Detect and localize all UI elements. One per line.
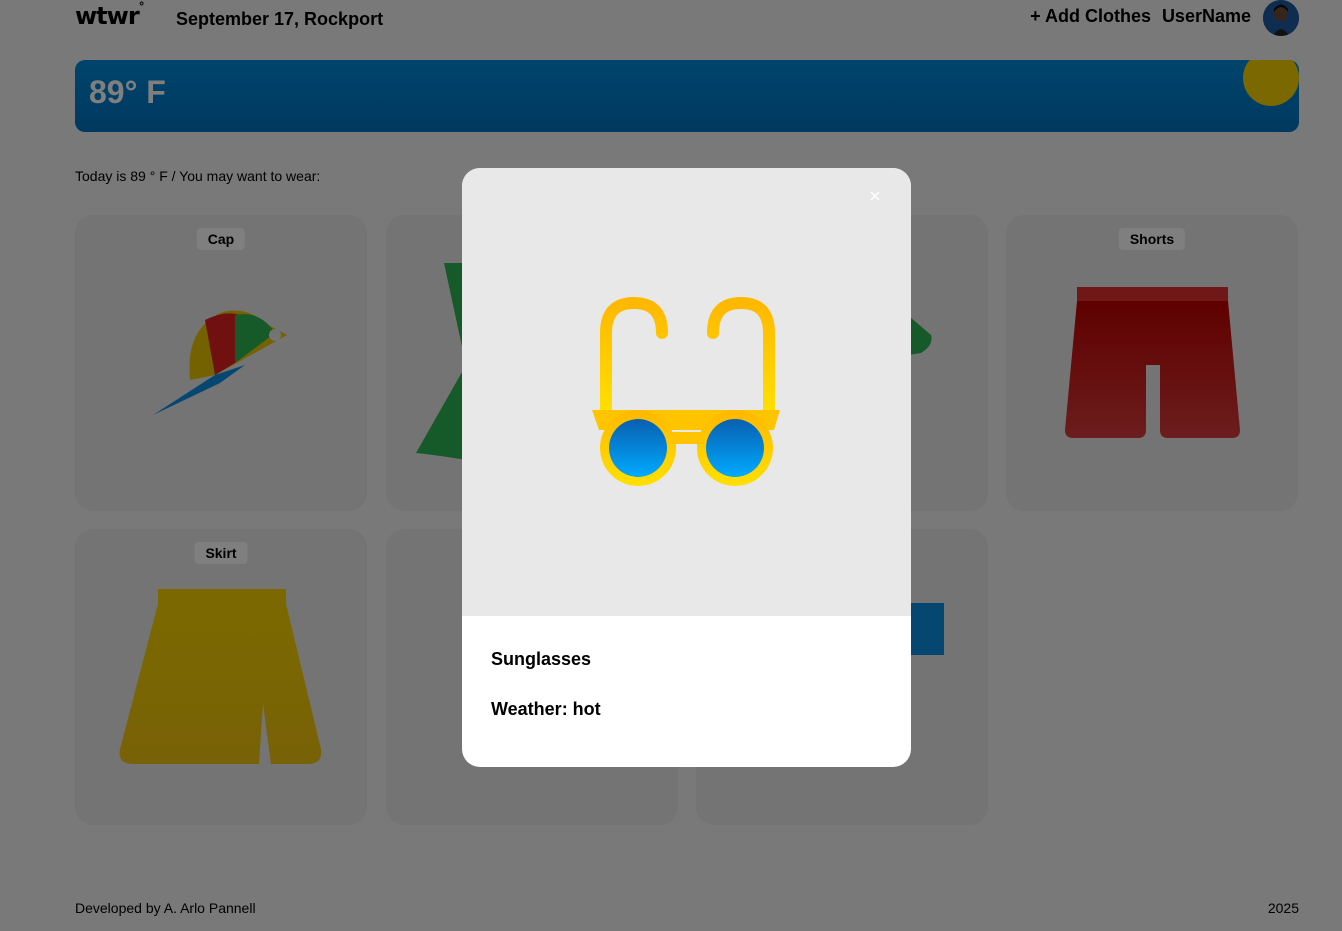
item-preview-modal: × Sunglasses Weather: hot xyxy=(462,168,911,767)
item-name: Sunglasses xyxy=(491,649,592,669)
item-image xyxy=(462,168,911,616)
item-weather: Weather: hot xyxy=(491,699,601,719)
close-icon[interactable]: × xyxy=(867,188,883,204)
sunglasses-icon xyxy=(592,296,780,486)
page: wtwr° September 17, Rockport + Add Cloth… xyxy=(0,0,1342,931)
